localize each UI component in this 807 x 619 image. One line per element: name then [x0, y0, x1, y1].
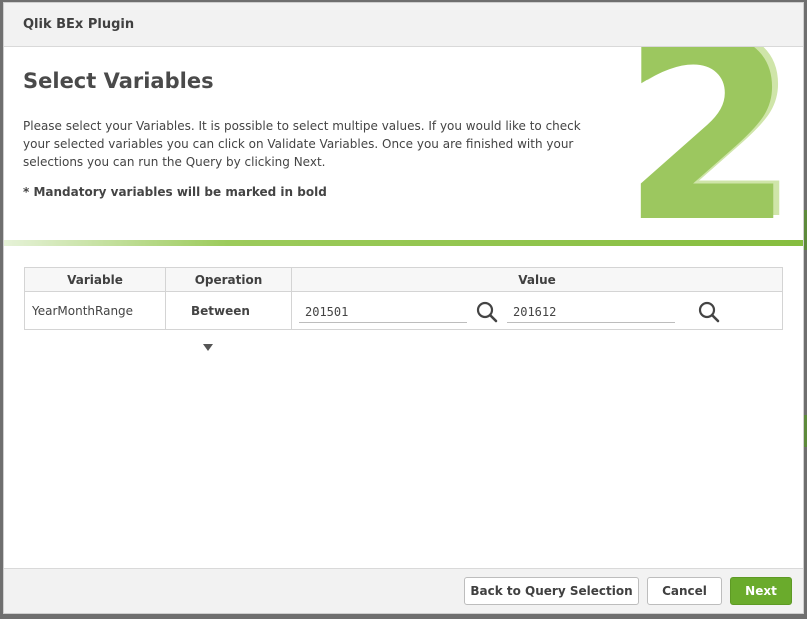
column-separator — [165, 268, 166, 329]
header-divider — [4, 240, 803, 246]
search-icon — [698, 301, 720, 323]
search-value-high-button[interactable] — [697, 300, 721, 324]
back-to-query-selection-button[interactable]: Back to Query Selection — [464, 577, 639, 605]
value-low-input[interactable] — [299, 301, 467, 323]
column-header-value: Value — [292, 268, 782, 292]
dialog: Qlik BEx Plugin 2 Select Variables Pleas… — [3, 2, 804, 614]
variable-name: YearMonthRange — [32, 304, 134, 318]
variables-table: Variable Operation Value YearMonthRange … — [24, 267, 783, 351]
description-text: Please select your Variables. It is poss… — [23, 119, 581, 169]
dialog-header: 2 Select Variables Please select your Va… — [4, 47, 803, 240]
operation-value: Between — [191, 304, 250, 318]
search-icon — [476, 301, 498, 323]
dropdown-arrow-icon — [203, 344, 213, 351]
column-separator — [291, 268, 292, 329]
dialog-titlebar: Qlik BEx Plugin — [4, 3, 803, 47]
column-header-operation: Operation — [166, 268, 291, 292]
search-value-low-button[interactable] — [475, 300, 499, 324]
page-title: Select Variables — [23, 69, 214, 93]
dialog-title: Qlik BEx Plugin — [23, 17, 135, 32]
step-number-graphic: 2 — [621, 47, 795, 240]
cancel-button[interactable]: Cancel — [647, 577, 722, 605]
dialog-footer: Back to Query Selection Cancel Next — [4, 568, 803, 613]
operation-select[interactable]: Between — [191, 293, 271, 351]
mandatory-note: * Mandatory variables will be marked in … — [23, 185, 327, 199]
column-header-variable: Variable — [25, 268, 165, 292]
next-button[interactable]: Next — [730, 577, 792, 605]
value-high-input[interactable] — [507, 301, 675, 323]
